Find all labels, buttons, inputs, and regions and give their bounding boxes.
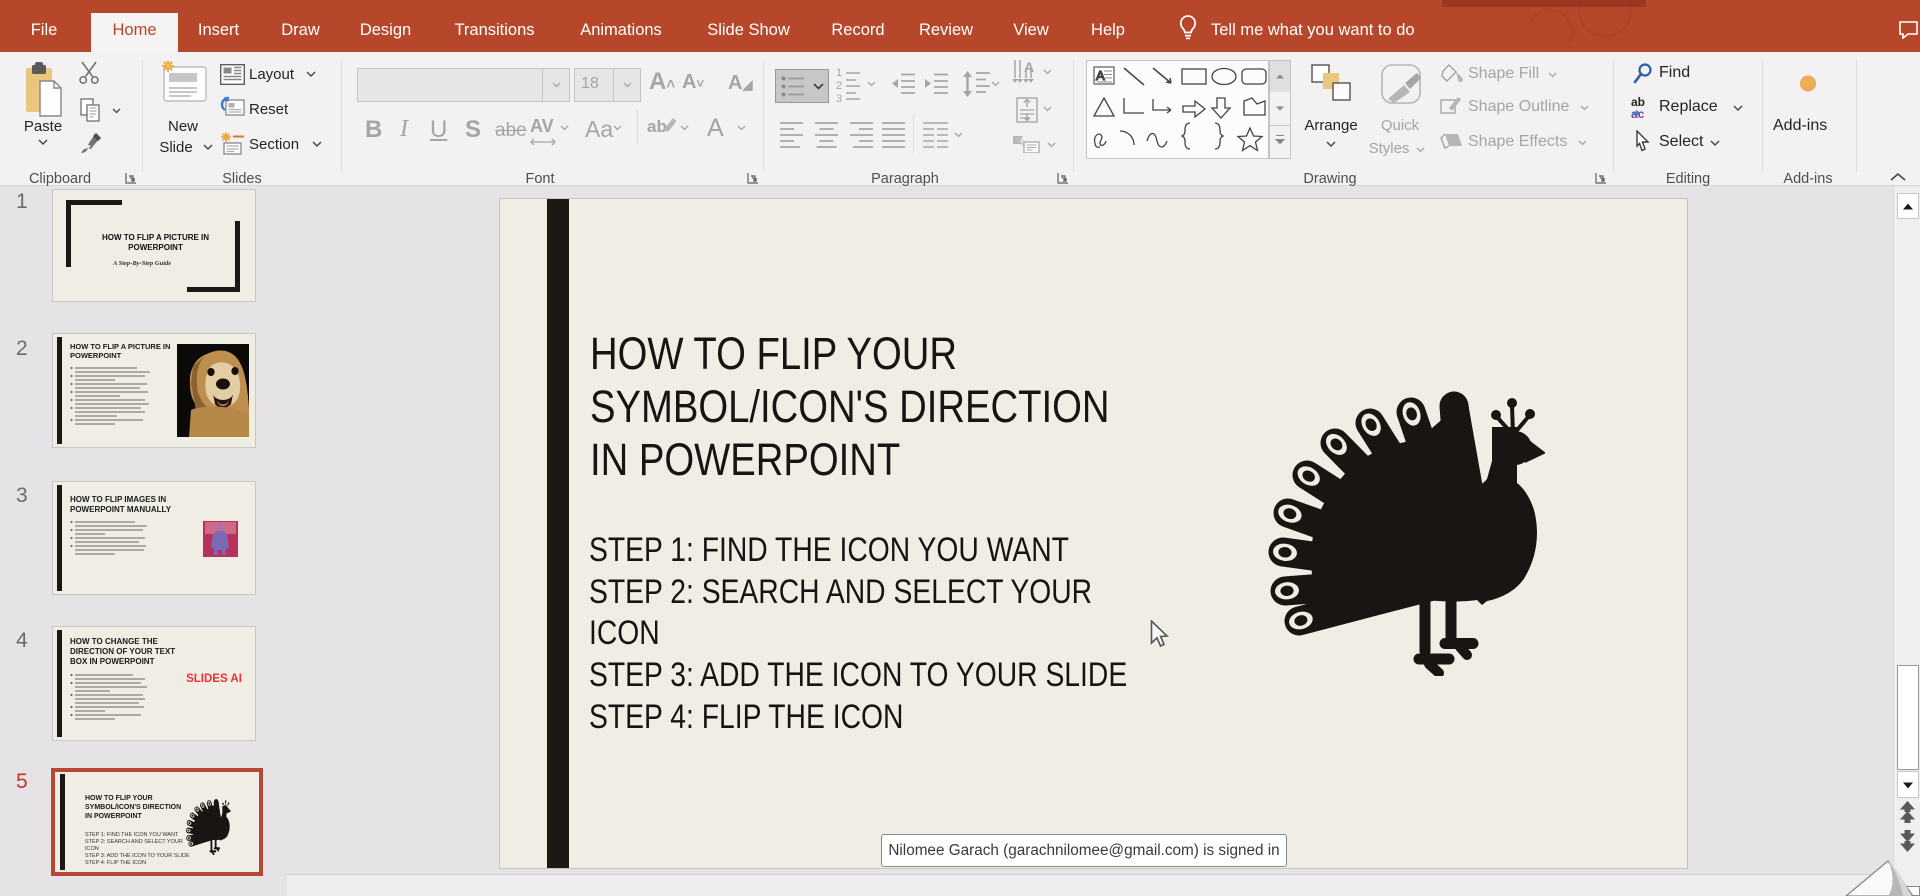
svg-text:A: A — [1096, 68, 1105, 83]
